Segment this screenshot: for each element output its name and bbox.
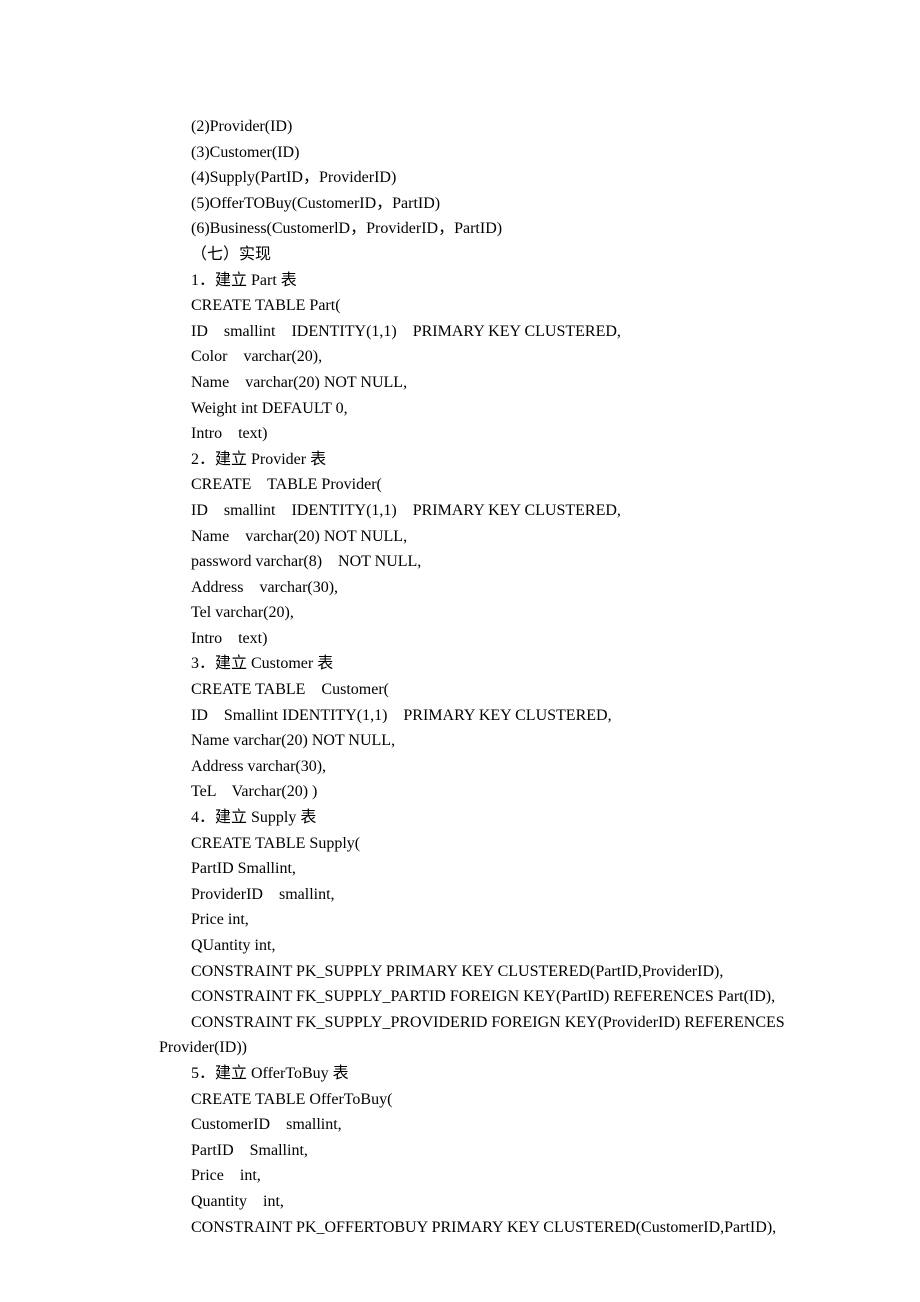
text-line: Intro text) xyxy=(100,626,820,652)
text-line: QUantity int, xyxy=(100,933,820,959)
text-line: Name varchar(20) NOT NULL, xyxy=(100,524,820,550)
text-line: Name varchar(20) NOT NULL, xyxy=(100,728,820,754)
text-line: password varchar(8) NOT NULL, xyxy=(100,549,820,575)
text-line: (3)Customer(ID) xyxy=(100,140,820,166)
text-line: 2．建立 Provider 表 xyxy=(100,447,820,473)
text-line: ID Smallint IDENTITY(1,1) PRIMARY KEY CL… xyxy=(100,703,820,729)
text-line: Quantity int, xyxy=(100,1189,820,1215)
text-line: CREATE TABLE OfferToBuy( xyxy=(100,1087,820,1113)
text-line: Tel varchar(20), xyxy=(100,600,820,626)
text-line: Weight int DEFAULT 0, xyxy=(100,396,820,422)
text-line: 3．建立 Customer 表 xyxy=(100,651,820,677)
text-line: PartID Smallint, xyxy=(100,856,820,882)
text-line: (5)OfferTOBuy(CustomerID，PartID) xyxy=(100,191,820,217)
text-line: CONSTRAINT PK_OFFERTOBUY PRIMARY KEY CLU… xyxy=(100,1215,820,1241)
text-line: CREATE TABLE Supply( xyxy=(100,831,820,857)
text-line: 4．建立 Supply 表 xyxy=(100,805,820,831)
text-line: 5．建立 OfferToBuy 表 xyxy=(100,1061,820,1087)
text-line: Price int, xyxy=(100,1163,820,1189)
text-line: (6)Business(CustomerlD，ProviderID，PartID… xyxy=(100,216,820,242)
text-line: ID smallint IDENTITY(1,1) PRIMARY KEY CL… xyxy=(100,498,820,524)
text-line: TeL Varchar(20) ) xyxy=(100,779,820,805)
text-line: ProviderID smallint, xyxy=(100,882,820,908)
text-line: Color varchar(20), xyxy=(100,344,820,370)
text-line: CREATE TABLE Customer( xyxy=(100,677,820,703)
text-line: Address varchar(30), xyxy=(100,575,820,601)
text-line: ID smallint IDENTITY(1,1) PRIMARY KEY CL… xyxy=(100,319,820,345)
text-line: Name varchar(20) NOT NULL, xyxy=(100,370,820,396)
text-line: CREATE TABLE Provider( xyxy=(100,472,820,498)
text-line: CONSTRAINT PK_SUPPLY PRIMARY KEY CLUSTER… xyxy=(100,959,820,985)
text-line: CustomerID smallint, xyxy=(100,1112,820,1138)
text-line: Provider(ID)) xyxy=(100,1035,820,1061)
text-line: Price int, xyxy=(100,907,820,933)
text-line: 1．建立 Part 表 xyxy=(100,268,820,294)
text-line: PartID Smallint, xyxy=(100,1138,820,1164)
text-line: (4)Supply(PartID，ProviderID) xyxy=(100,165,820,191)
text-line: CREATE TABLE Part( xyxy=(100,293,820,319)
text-line: (2)Provider(ID) xyxy=(100,114,820,140)
text-line: Intro text) xyxy=(100,421,820,447)
text-line: （七）实现 xyxy=(100,242,820,268)
document-page: (2)Provider(ID)(3)Customer(ID)(4)Supply(… xyxy=(0,0,920,1240)
text-line: CONSTRAINT FK_SUPPLY_PROVIDERID FOREIGN … xyxy=(100,1010,820,1036)
text-line: CONSTRAINT FK_SUPPLY_PARTID FOREIGN KEY(… xyxy=(100,984,820,1010)
text-line: Address varchar(30), xyxy=(100,754,820,780)
